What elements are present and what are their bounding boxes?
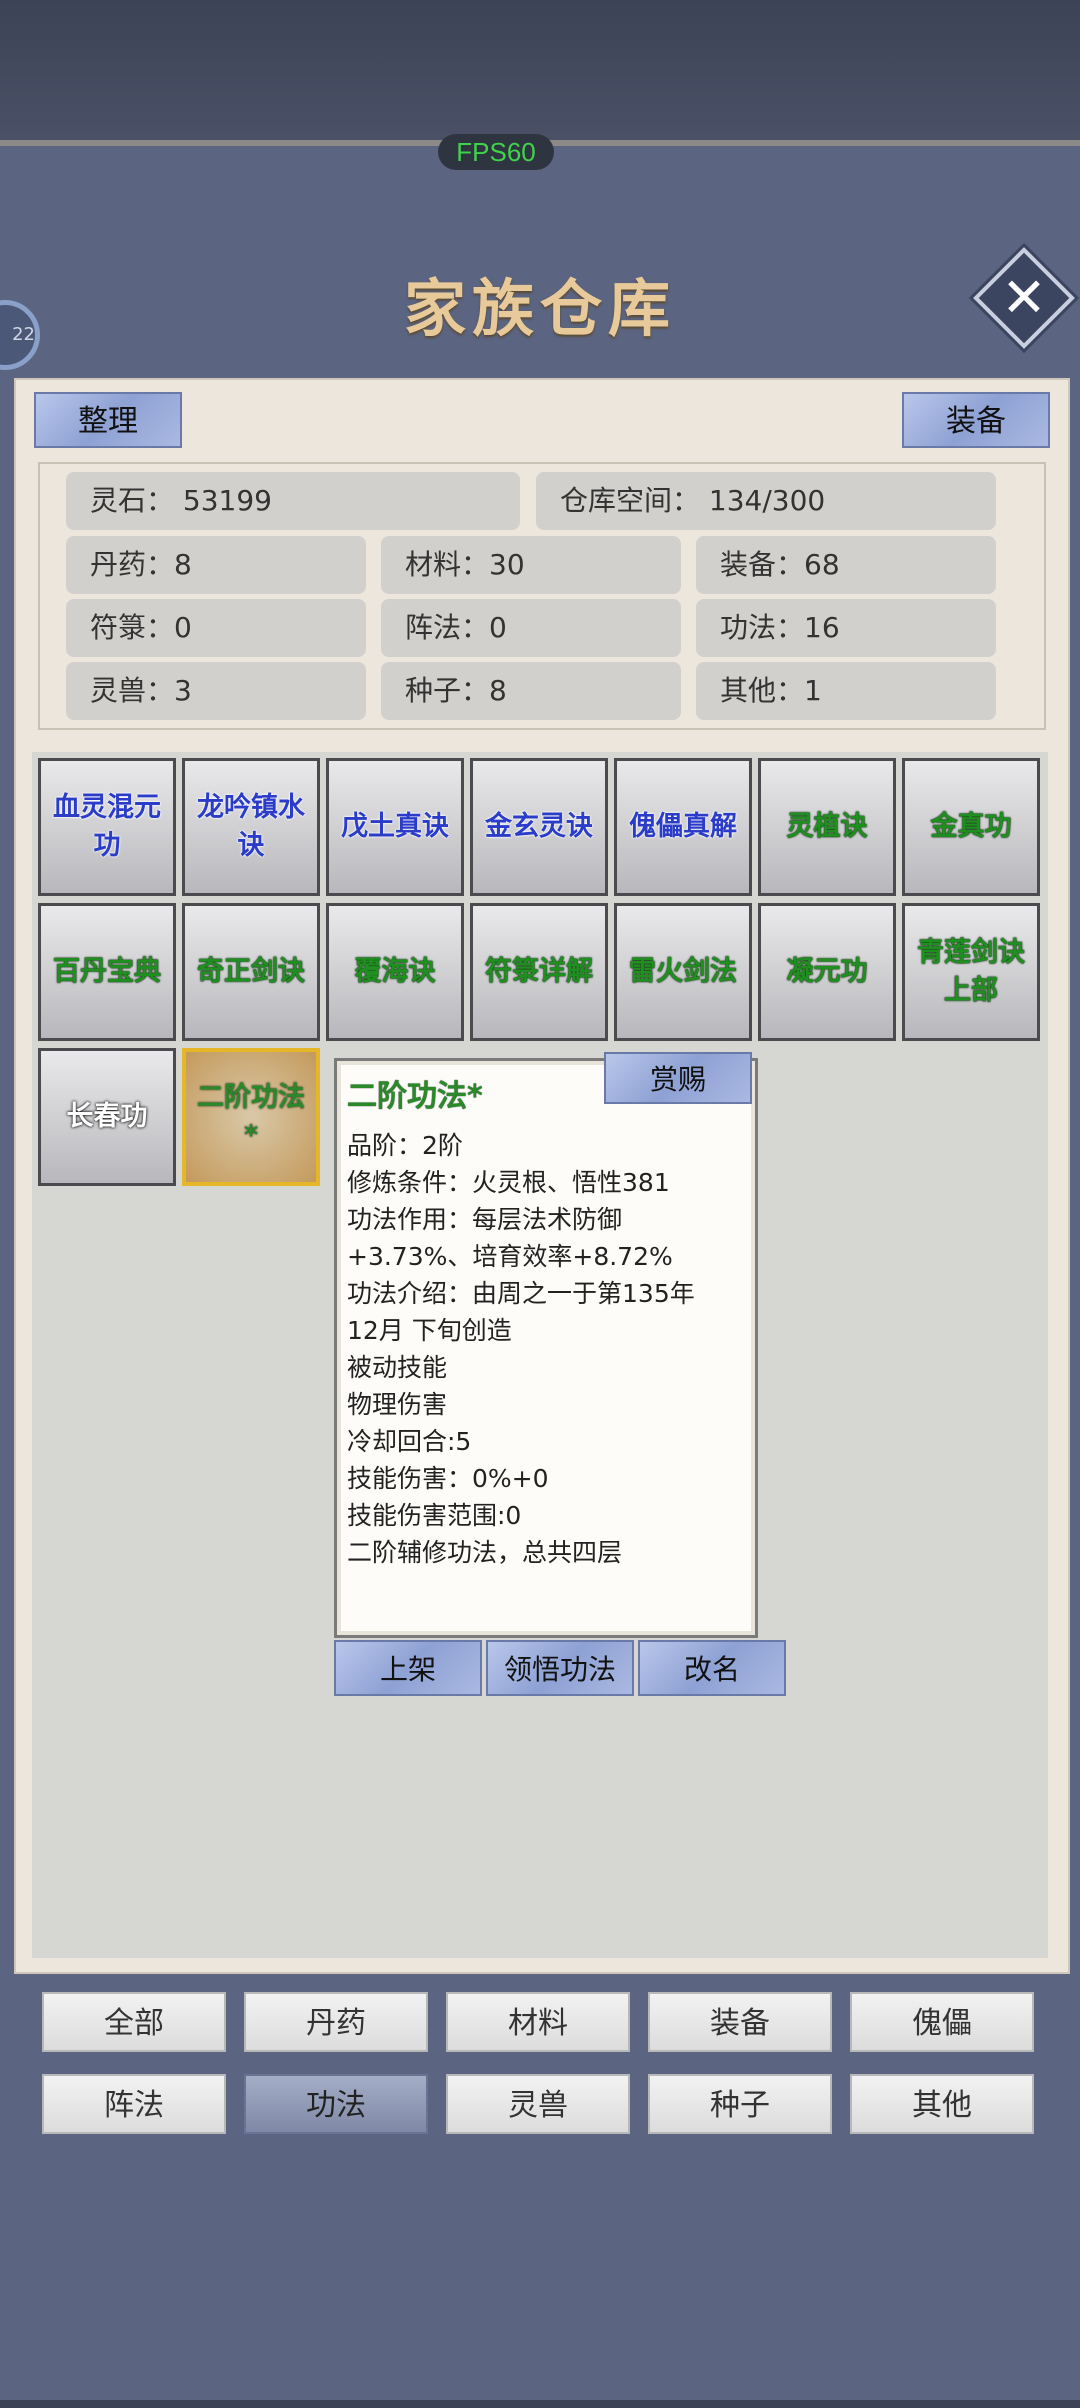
item-tile[interactable]: 血灵混元功 <box>38 758 176 896</box>
item-tile[interactable]: 奇正剑诀 <box>182 903 320 1041</box>
rename-button[interactable]: 改名 <box>638 1640 786 1696</box>
fps-counter: FPS60 <box>438 134 554 170</box>
category-tab[interactable]: 材料 <box>446 1992 630 2052</box>
reward-button[interactable]: 赏赐 <box>604 1052 752 1104</box>
stat-lingshi: 灵石： 53199 <box>66 472 520 530</box>
stat-item: 装备：68 <box>696 536 996 594</box>
item-tile[interactable]: 覆海诀 <box>326 903 464 1041</box>
category-tab[interactable]: 种子 <box>648 2074 832 2134</box>
equip-button[interactable]: 装备 <box>902 392 1050 448</box>
tooltip-lines: 品阶：2阶 修炼条件：火灵根、悟性381 功法作用：每层法术防御 +3.73%、… <box>347 1127 747 1571</box>
top-bar <box>0 0 1080 146</box>
stat-item: 材料：30 <box>381 536 681 594</box>
category-tab[interactable]: 其他 <box>850 2074 1034 2134</box>
stat-item: 阵法：0 <box>381 599 681 657</box>
category-tab[interactable]: 装备 <box>648 1992 832 2052</box>
tooltip-line: 技能伤害范围:0 <box>347 1501 522 1530</box>
tooltip-line: 品阶：2阶 <box>347 1131 463 1160</box>
tooltip-line: 12月 下旬创造 <box>347 1316 512 1345</box>
tooltip-line: 物理伤害 <box>347 1390 448 1419</box>
stat-item: 其他：1 <box>696 662 996 720</box>
list-for-sale-button[interactable]: 上架 <box>334 1640 482 1696</box>
item-tile[interactable]: 灵植诀 <box>758 758 896 896</box>
item-tile[interactable]: 傀儡真解 <box>614 758 752 896</box>
stat-item: 符箓：0 <box>66 599 366 657</box>
item-tile[interactable]: 龙吟镇水诀 <box>182 758 320 896</box>
sort-button[interactable]: 整理 <box>34 392 182 448</box>
item-tile[interactable]: 金真功 <box>902 758 1040 896</box>
tooltip-line: 技能伤害：0%+0 <box>347 1464 549 1493</box>
stat-item: 丹药：8 <box>66 536 366 594</box>
stat-space: 仓库空间： 134/300 <box>536 472 996 530</box>
comprehend-skill-button[interactable]: 领悟功法 <box>486 1640 634 1696</box>
avatar[interactable]: 22 <box>0 300 40 370</box>
close-button[interactable]: ✕ <box>973 247 1075 349</box>
page-title: 家族仓库 <box>403 272 676 345</box>
category-tab[interactable]: 阵法 <box>42 2074 226 2134</box>
category-tab[interactable]: 丹药 <box>244 1992 428 2052</box>
tooltip-line: 冷却回合:5 <box>347 1427 472 1456</box>
stat-item: 功法：16 <box>696 599 996 657</box>
tooltip-line: 功法介绍：由周之一于第135年 <box>347 1279 695 1308</box>
tooltip-line: 被动技能 <box>347 1353 448 1382</box>
stat-item: 种子：8 <box>381 662 681 720</box>
item-tile[interactable]: 长春功 <box>38 1048 176 1186</box>
category-tab[interactable]: 灵兽 <box>446 2074 630 2134</box>
category-tab[interactable]: 功法 <box>244 2074 428 2134</box>
item-tile[interactable]: 戊土真诀 <box>326 758 464 896</box>
tooltip-line: 二阶辅修功法，总共四层 <box>347 1538 623 1567</box>
category-tab[interactable]: 傀儡 <box>850 1992 1034 2052</box>
item-tile[interactable]: 青莲剑诀上部 <box>902 903 1040 1041</box>
close-icon: ✕ <box>1001 266 1047 329</box>
item-tile[interactable]: 凝元功 <box>758 903 896 1041</box>
item-tile[interactable]: 百丹宝典 <box>38 903 176 1041</box>
item-tile[interactable]: 二阶功法* <box>182 1048 320 1186</box>
item-tile[interactable]: 符箓详解 <box>470 903 608 1041</box>
tooltip-line: 功法作用：每层法术防御 <box>347 1205 623 1234</box>
tooltip-title: 二阶功法* <box>347 1079 483 1114</box>
item-tile[interactable]: 金玄灵诀 <box>470 758 608 896</box>
item-tooltip: 二阶功法* 品阶：2阶 修炼条件：火灵根、悟性381 功法作用：每层法术防御 +… <box>334 1058 758 1638</box>
bottom-edge <box>0 2400 1080 2408</box>
category-tab[interactable]: 全部 <box>42 1992 226 2052</box>
tooltip-line: 修炼条件：火灵根、悟性381 <box>347 1168 670 1197</box>
stat-item: 灵兽：3 <box>66 662 366 720</box>
item-tile[interactable]: 雷火剑法 <box>614 903 752 1041</box>
stats-frame: 灵石： 53199 仓库空间： 134/300 丹药：8 材料：30 装备：68… <box>38 462 1046 730</box>
tooltip-line: +3.73%、培育效率+8.72% <box>347 1242 673 1271</box>
